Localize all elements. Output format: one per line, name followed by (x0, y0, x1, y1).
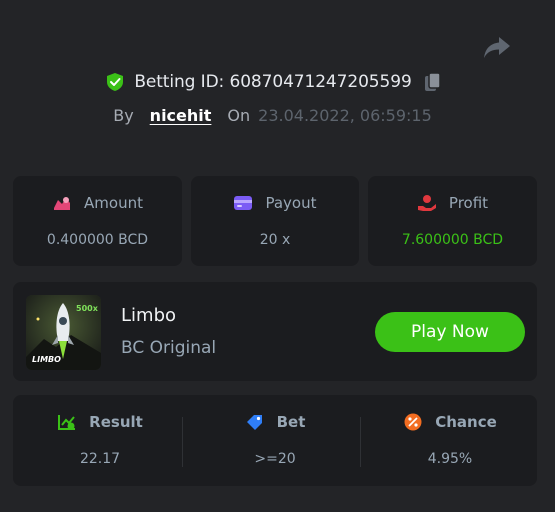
result-value: 22.17 (79, 451, 121, 467)
amount-card: Amount 0.400000 BCD (13, 176, 182, 266)
profit-card: Profit 7.600000 BCD (368, 176, 537, 266)
on-label: On (227, 106, 251, 125)
profit-label: Profit (448, 194, 489, 212)
bet-column: Bet >=20 (188, 395, 362, 486)
profit-hand-icon (417, 195, 436, 211)
betting-id: Betting ID: 60870471247205599 (134, 72, 412, 92)
bet-author-row: By nicehit On 23.04.2022, 06:59:15 (0, 106, 555, 125)
thumb-label: LIMBO (32, 355, 61, 364)
bet-timestamp: 23.04.2022, 06:59:15 (258, 106, 432, 125)
username-link[interactable]: nicehit (150, 106, 212, 125)
result-panel: Result 22.17 Bet >=20 Chance 4.95% (13, 395, 537, 486)
result-label: Result (89, 413, 143, 431)
game-subtitle: BC Original (121, 338, 217, 358)
wallet-icon (234, 196, 253, 210)
game-thumbnail[interactable]: 500x LIMBO (26, 295, 101, 370)
amount-value: 0.400000 BCD (46, 232, 149, 248)
payout-label: Payout (265, 194, 317, 212)
betting-id-row: Betting ID: 60870471247205599 (0, 72, 555, 92)
profit-value: 7.600000 BCD (401, 232, 504, 248)
payout-card: Payout 20 x (191, 176, 359, 266)
share-icon[interactable] (482, 34, 512, 60)
bet-tag-icon (246, 415, 262, 430)
thumb-badge: 500x (76, 304, 98, 313)
result-column: Result 22.17 (13, 395, 187, 486)
divider (360, 417, 361, 467)
chance-column: Chance 4.95% (363, 395, 537, 486)
chance-label: Chance (435, 413, 497, 431)
amount-label: Amount (84, 194, 143, 212)
bet-label: Bet (276, 413, 306, 431)
amount-icon (54, 197, 71, 210)
game-name: Limbo (121, 305, 177, 326)
divider (182, 417, 183, 467)
copy-icon[interactable] (424, 72, 442, 92)
chance-value: 4.95% (427, 451, 473, 467)
by-label: By (113, 106, 134, 125)
game-card: 500x LIMBO Limbo BC Original Play Now (13, 282, 537, 381)
bet-value: >=20 (254, 451, 296, 467)
percent-icon (404, 413, 422, 431)
play-now-button[interactable]: Play Now (375, 312, 525, 352)
shield-check-icon (107, 73, 124, 91)
payout-value: 20 x (259, 232, 291, 248)
result-chart-icon (58, 415, 76, 430)
